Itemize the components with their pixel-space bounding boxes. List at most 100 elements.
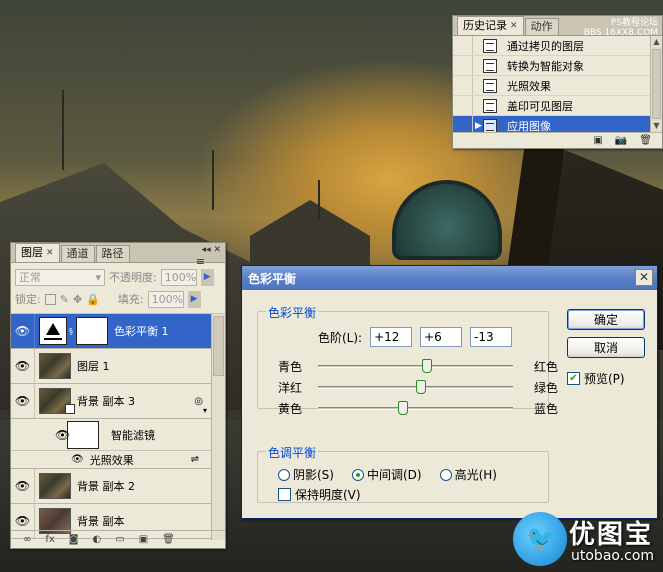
layer-name: 色彩平衡 1	[114, 325, 169, 338]
eye-icon[interactable]: 👁	[55, 428, 70, 442]
history-item-selected[interactable]: ▶ 应用图像	[453, 116, 662, 132]
close-icon[interactable]: ✕	[510, 18, 518, 34]
slider-knob[interactable]	[397, 400, 408, 415]
site-logo: 优图宝 utobao.com	[513, 512, 663, 572]
checkbox-box[interactable]	[278, 488, 291, 501]
layer-mask-thumbnail[interactable]	[76, 317, 108, 345]
radio-label: 阴影(S)	[293, 468, 334, 482]
trash-icon[interactable]: 🗑	[162, 534, 175, 545]
history-item[interactable]: 通过拷贝的图层	[453, 36, 662, 56]
link-icon[interactable]: §	[69, 327, 73, 336]
radio-label: 中间调(D)	[366, 468, 422, 482]
eye-icon[interactable]: 👁	[71, 454, 84, 465]
history-brush-source[interactable]	[453, 76, 473, 95]
ok-button[interactable]: 确定	[567, 309, 645, 330]
snapshot-icon[interactable]: 📷	[615, 135, 627, 146]
tone-radio-group: 阴影(S) 中间调(D) 高光(H)	[278, 466, 497, 483]
tab-history[interactable]: 历史记录 ✕	[457, 16, 524, 35]
fill-slider-button[interactable]: ▶	[187, 290, 201, 308]
tab-channels[interactable]: 通道	[60, 245, 95, 262]
close-icon[interactable]: ✕	[46, 245, 54, 261]
layer-row[interactable]: 👁 背景 副本 2	[11, 469, 225, 504]
new-layer-icon[interactable]: ▣	[139, 534, 148, 545]
blend-mode-select[interactable]: 正常 ▾	[15, 268, 105, 286]
dialog-titlebar[interactable]: 色彩平衡 ✕	[242, 266, 657, 290]
trash-icon[interactable]: 🗑	[639, 135, 652, 146]
eye-icon[interactable]: 👁	[11, 349, 35, 383]
midtones-radio[interactable]: 中间调(D)	[351, 466, 422, 483]
add-mask-icon[interactable]: ◙	[69, 534, 79, 545]
radio-circle[interactable]	[278, 468, 290, 481]
lock-all-icon[interactable]: 🔒	[86, 293, 100, 306]
tab-actions[interactable]: 动作	[524, 18, 559, 35]
checkbox-box[interactable]: ✔	[567, 372, 580, 385]
smart-filter-mask-thumbnail[interactable]	[67, 420, 99, 449]
level-yellow-blue-input[interactable]: -13	[470, 327, 513, 347]
highlights-radio[interactable]: 高光(H)	[439, 466, 497, 483]
magenta-green-slider[interactable]	[318, 379, 513, 394]
layer-thumbnail	[39, 473, 71, 499]
radio-circle[interactable]	[439, 468, 452, 481]
tab-paths[interactable]: 路径	[95, 245, 130, 262]
panel-window-controls[interactable]: ◂◂ ✕	[202, 245, 221, 255]
slider-right-label: 红色	[534, 359, 559, 374]
slider-knob[interactable]	[416, 379, 427, 394]
filter-blending-options-icon[interactable]: ⇌	[191, 454, 199, 465]
close-icon[interactable]: ✕	[635, 269, 653, 286]
history-item[interactable]: 转换为智能对象	[453, 56, 662, 76]
history-item[interactable]: 盖印可见图层	[453, 96, 662, 116]
scroll-up-icon[interactable]: ▲	[651, 36, 662, 48]
tab-layers[interactable]: 图层 ✕	[15, 243, 60, 262]
smart-object-icon	[65, 404, 75, 414]
history-brush-source[interactable]	[453, 36, 473, 55]
level-magenta-green-input[interactable]: +6	[420, 327, 463, 347]
panel-menu-icon[interactable]: ≡	[196, 255, 205, 268]
preview-checkbox[interactable]: ✔ 预览(P)	[567, 370, 625, 387]
slider-knob[interactable]	[422, 358, 433, 373]
expand-triangle-icon[interactable]: ▾	[203, 406, 207, 415]
lock-pixels-icon[interactable]: ✎	[60, 293, 69, 306]
adjustment-layer-icon[interactable]: ◐	[93, 534, 102, 545]
link-layers-icon[interactable]: ∞	[23, 534, 31, 545]
scroll-down-icon[interactable]: ▼	[651, 120, 662, 132]
slider-right-label: 蓝色	[534, 401, 559, 416]
opacity-input[interactable]: 100%	[160, 268, 197, 286]
history-brush-source[interactable]	[453, 56, 473, 75]
layer-name: 背景 副本 2	[77, 480, 135, 493]
new-document-from-state-icon[interactable]: ▣	[593, 135, 602, 146]
smart-filter-row[interactable]: 👁 智能滤镜	[11, 419, 225, 451]
history-brush-source[interactable]	[453, 96, 473, 115]
layers-scrollbar[interactable]	[211, 314, 225, 540]
scroll-thumb[interactable]	[213, 316, 224, 376]
eye-icon[interactable]: 👁	[11, 314, 35, 348]
layer-row[interactable]: 👁 背景 副本 3 ◎ ▾	[11, 384, 225, 419]
history-brush-source[interactable]	[453, 116, 473, 132]
level-cyan-red-input[interactable]: +12	[370, 327, 413, 347]
fx-icon[interactable]: fx	[45, 534, 54, 545]
yellow-blue-slider[interactable]	[318, 400, 513, 415]
radio-circle[interactable]	[351, 468, 364, 481]
lock-transparency-icon[interactable]	[44, 293, 56, 305]
cancel-button[interactable]: 取消	[567, 337, 645, 358]
history-scrollbar[interactable]: ▲ ▼	[650, 36, 662, 132]
layers-footer: ∞ fx ◙ ◐ ▭ ▣ 🗑	[11, 530, 225, 548]
opacity-value: 100%	[164, 270, 197, 284]
opacity-slider-button[interactable]: ▶	[200, 268, 214, 286]
history-item[interactable]: 光照效果	[453, 76, 662, 96]
preserve-luminosity-checkbox[interactable]: 保持明度(V)	[278, 486, 361, 503]
cyan-red-slider[interactable]	[318, 358, 513, 373]
folder-icon[interactable]: ▭	[115, 534, 124, 545]
lock-position-icon[interactable]: ✥	[73, 293, 82, 306]
antenna-pole	[62, 90, 64, 170]
document-icon	[483, 38, 497, 53]
filter-effect-row[interactable]: 👁 光照效果 ⇌	[11, 451, 225, 469]
history-item-label: 光照效果	[507, 79, 551, 93]
layer-row[interactable]: 👁 图层 1	[11, 349, 225, 384]
eye-icon[interactable]: 👁	[11, 469, 35, 503]
eye-icon[interactable]: 👁	[11, 384, 35, 418]
layer-name: 背景 副本	[77, 515, 125, 528]
fill-input[interactable]: 100%	[147, 290, 184, 308]
scroll-thumb[interactable]	[652, 49, 661, 119]
shadows-radio[interactable]: 阴影(S)	[278, 466, 334, 483]
layer-row-selected[interactable]: 👁 § 色彩平衡 1	[11, 314, 225, 349]
